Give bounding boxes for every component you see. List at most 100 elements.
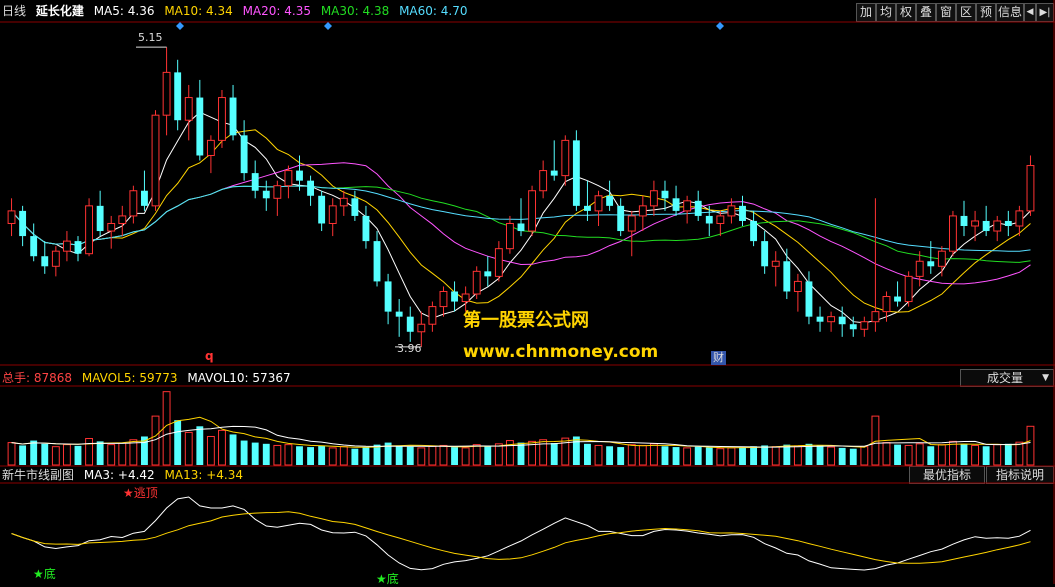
volume-bar-down	[816, 445, 824, 465]
bottom-signal-label-1: ★底	[33, 567, 56, 581]
candle-up	[328, 205, 337, 224]
volume-bar-down	[395, 445, 403, 465]
watermark-title: 第一股票公式网	[463, 310, 589, 331]
candle-down	[550, 170, 558, 176]
volume-bar-up	[793, 445, 802, 466]
volume-bar-up	[904, 444, 913, 466]
candle-down	[373, 241, 381, 282]
candle-down	[262, 190, 270, 199]
candle-up	[62, 240, 71, 252]
candle-down	[307, 180, 315, 196]
volume-bar-down	[694, 446, 702, 465]
watermark-url: www.chnmoney.com	[463, 342, 659, 362]
candle-down	[19, 210, 27, 237]
candle-up	[417, 323, 426, 333]
volume-bar-down	[584, 443, 591, 465]
candle-up	[827, 316, 836, 323]
volume-bar-up	[184, 431, 193, 466]
candle-up	[273, 185, 282, 199]
candle-down	[927, 261, 935, 267]
indicator-ma13-line	[11, 511, 1031, 564]
volume-bar-up	[472, 444, 481, 466]
candle-down	[661, 190, 669, 199]
candle-up	[561, 139, 570, 177]
volume-bar-down	[196, 426, 204, 465]
candle-up	[993, 220, 1002, 232]
volume-bar-up	[7, 442, 16, 466]
volume-bar-up	[638, 444, 647, 466]
volume-bar-up	[771, 446, 780, 466]
volume-bar-down	[606, 446, 614, 465]
volume-bar-down	[927, 446, 935, 465]
candle-up	[118, 215, 127, 224]
candle-up	[904, 275, 913, 303]
volume-bar-down	[74, 445, 82, 465]
volume-bar-down	[672, 447, 680, 465]
volume-bar-down	[960, 443, 968, 465]
volume-bar-up	[417, 447, 426, 466]
volume-bar-down	[351, 448, 359, 465]
volume-bar-up	[727, 447, 736, 466]
candle-up	[51, 250, 60, 267]
candle-up	[461, 293, 470, 303]
candle-up	[793, 280, 802, 292]
volume-bar-up	[284, 444, 293, 466]
candle-up	[716, 215, 725, 224]
candle-down	[982, 220, 990, 232]
candle-up	[428, 306, 437, 325]
volume-bar-down	[96, 441, 104, 465]
event-diamond	[716, 22, 724, 30]
volume-bar-up	[937, 444, 946, 466]
volume-bar-up	[461, 447, 470, 466]
volume-bar-down	[805, 443, 813, 465]
volume-bar-up	[627, 444, 636, 466]
volume-bar-down	[41, 443, 49, 465]
candle-down	[960, 215, 968, 226]
volume-bar-down	[19, 445, 27, 465]
candle-up	[649, 190, 658, 207]
volume-bar-up	[882, 442, 891, 466]
candle-down	[705, 215, 713, 224]
candle-down	[849, 324, 857, 330]
candle-down	[805, 281, 813, 317]
volume-bar-down	[739, 447, 746, 465]
marker-finance[interactable]: 财	[711, 351, 726, 365]
volume-bar-up	[860, 446, 869, 466]
annotations	[136, 22, 724, 348]
volume-bar-down	[296, 446, 303, 465]
candle-down	[296, 170, 303, 181]
volume-bar-down	[617, 447, 625, 465]
volume-bar-down	[894, 444, 901, 465]
volume-bar-down	[484, 446, 492, 465]
candle-down	[517, 223, 525, 232]
volume-bar-up	[206, 435, 215, 466]
volume-bar-down	[838, 447, 846, 465]
volume-bar-up	[51, 446, 60, 466]
candle-up	[683, 200, 692, 212]
volume-bar-up	[494, 443, 503, 466]
candle-up	[528, 190, 537, 232]
candle-down	[96, 205, 104, 232]
volume-bar-up	[827, 446, 836, 466]
volume-bar-up	[683, 447, 692, 466]
candle-down	[1004, 220, 1012, 226]
candle-up	[162, 71, 171, 116]
event-diamond	[324, 22, 332, 30]
candle-up	[949, 215, 957, 252]
candle-down	[572, 140, 580, 206]
volume-bar-down	[517, 442, 525, 465]
volume-bar-up	[594, 444, 603, 466]
candle-down	[750, 220, 758, 242]
indicator-lines	[11, 496, 1031, 571]
candle-down	[41, 256, 49, 267]
candle-down	[838, 316, 846, 325]
kline-chart[interactable]	[0, 0, 1055, 584]
volume-bar-down	[174, 420, 182, 465]
candle-down	[617, 205, 625, 232]
candle-up	[638, 205, 647, 217]
candle-down	[174, 72, 182, 121]
candle-down	[74, 241, 82, 254]
candle-down	[761, 241, 769, 267]
volume-bar-up	[1015, 441, 1024, 466]
volume-bar-down	[362, 447, 370, 465]
